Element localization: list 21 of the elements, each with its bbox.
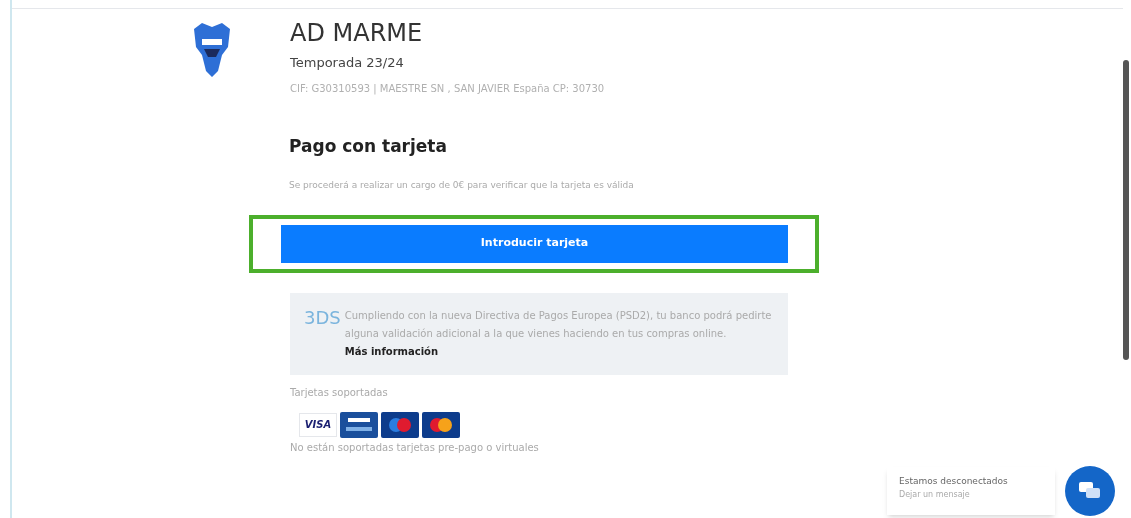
enter-card-button[interactable]: Introducir tarjeta <box>281 224 788 263</box>
supported-cards-label: Tarjetas soportadas <box>290 385 389 400</box>
chat-action: Dejar un mensaje <box>899 488 971 501</box>
more-info-link[interactable]: Más información <box>344 345 439 357</box>
club-name: AD MARME <box>290 18 424 49</box>
chat-button[interactable] <box>1065 466 1115 516</box>
info-text: Cumpliendo con la nueva Directiva de Pagos Europea (PSD2), tu banco podrá pedirte alguna validación adicional a la que vienes haciendo en tus compras online. Más información <box>344 308 773 359</box>
chat-status: Estamos desconectados <box>899 475 1009 488</box>
maestro-card-icon <box>381 411 419 438</box>
chat-icon <box>1079 482 1101 500</box>
club-details: CIF: G30310593 | MAESTRE SN , SAN JAVIER España CP: 30730 <box>290 81 605 96</box>
mastercard-card-icon <box>422 411 460 438</box>
chat-status-card[interactable]: Estamos desconectados Dejar un mensaje <box>887 467 1055 515</box>
visa-electron-card-icon <box>340 411 378 438</box>
three-ds-logo: 3DS <box>304 306 341 330</box>
unsupported-cards-note: No están soportadas tarjetas pre-pago o virtuales <box>290 440 540 455</box>
scrollbar-thumb[interactable] <box>1123 60 1129 360</box>
verification-note: Se procederá a realizar un cargo de 0€ para verificar que la tarjeta es válida <box>289 179 635 192</box>
season-label: Temporada 23/24 <box>290 54 405 72</box>
section-title: Pago con tarjeta <box>289 134 448 158</box>
visa-card-icon: VISA <box>299 412 337 437</box>
